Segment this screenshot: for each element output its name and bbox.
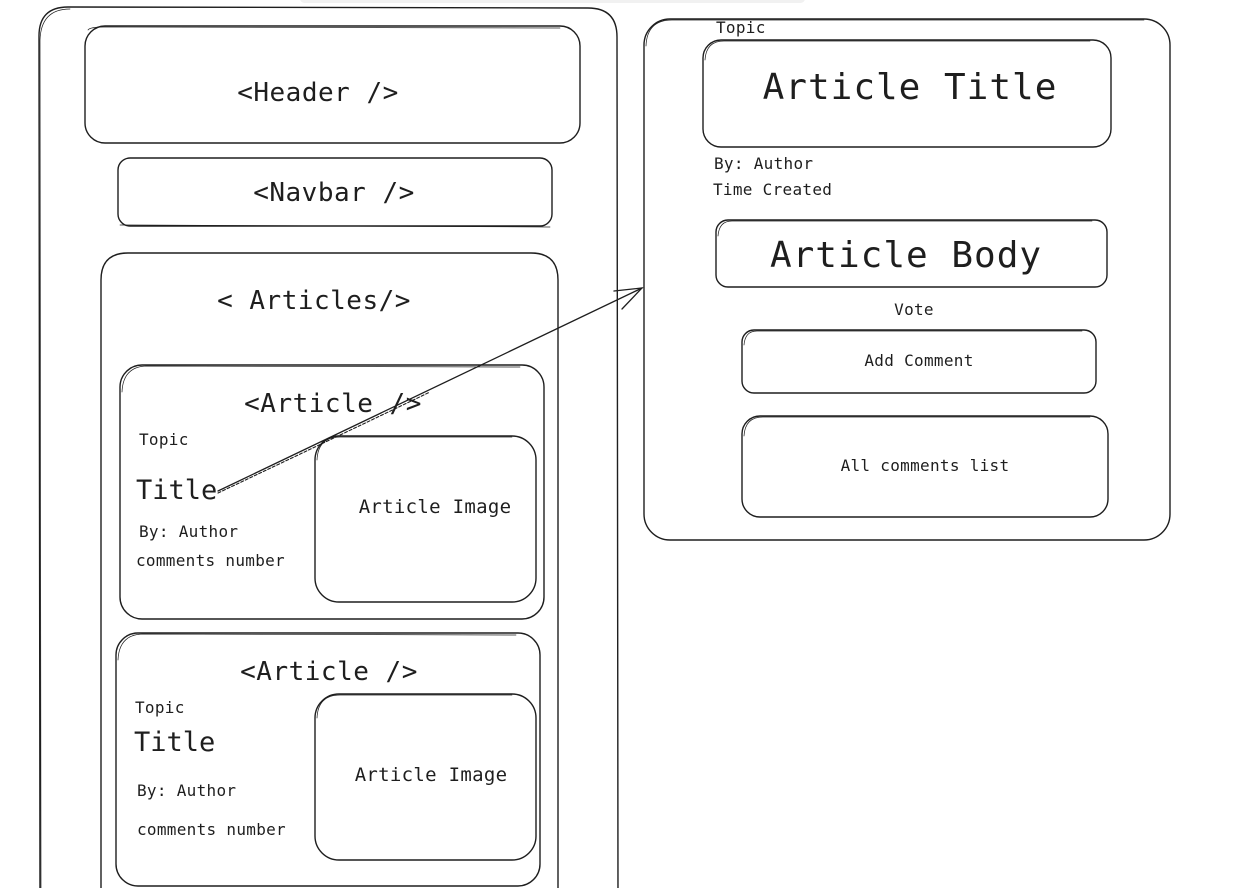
detail-topic: Topic [716,18,766,37]
navbar-label: <Navbar /> [253,178,415,208]
header-label: <Header /> [237,78,399,108]
article-image-label: Article Image [358,496,512,518]
article-topic: Topic [139,430,189,449]
article-title: Title [136,475,218,506]
arrow-head [613,287,644,310]
article-author: By: Author [139,522,239,541]
article-comments-count: comments number [136,551,285,570]
detail-time-created: Time Created [713,180,833,199]
add-comment-label: Add Comment [864,351,974,370]
detail-author: By: Author [714,154,814,173]
article-image-box-1 [314,435,537,603]
article-title: Title [134,727,216,758]
page-frame [38,6,619,888]
article-tag: <Article /> [240,657,418,687]
article-topic: Topic [135,698,185,717]
detail-article-body: Article Body [769,235,1043,276]
article-image-label: Article Image [354,764,508,786]
comments-list-label: All comments list [840,456,1010,475]
article-author: By: Author [137,781,237,800]
article-tag: <Article /> [244,389,422,419]
article-comments-count: comments number [137,820,286,839]
detail-article-title: Article Title [762,67,1058,108]
articles-label: < Articles/> [217,286,411,316]
vote-label: Vote [894,300,934,319]
